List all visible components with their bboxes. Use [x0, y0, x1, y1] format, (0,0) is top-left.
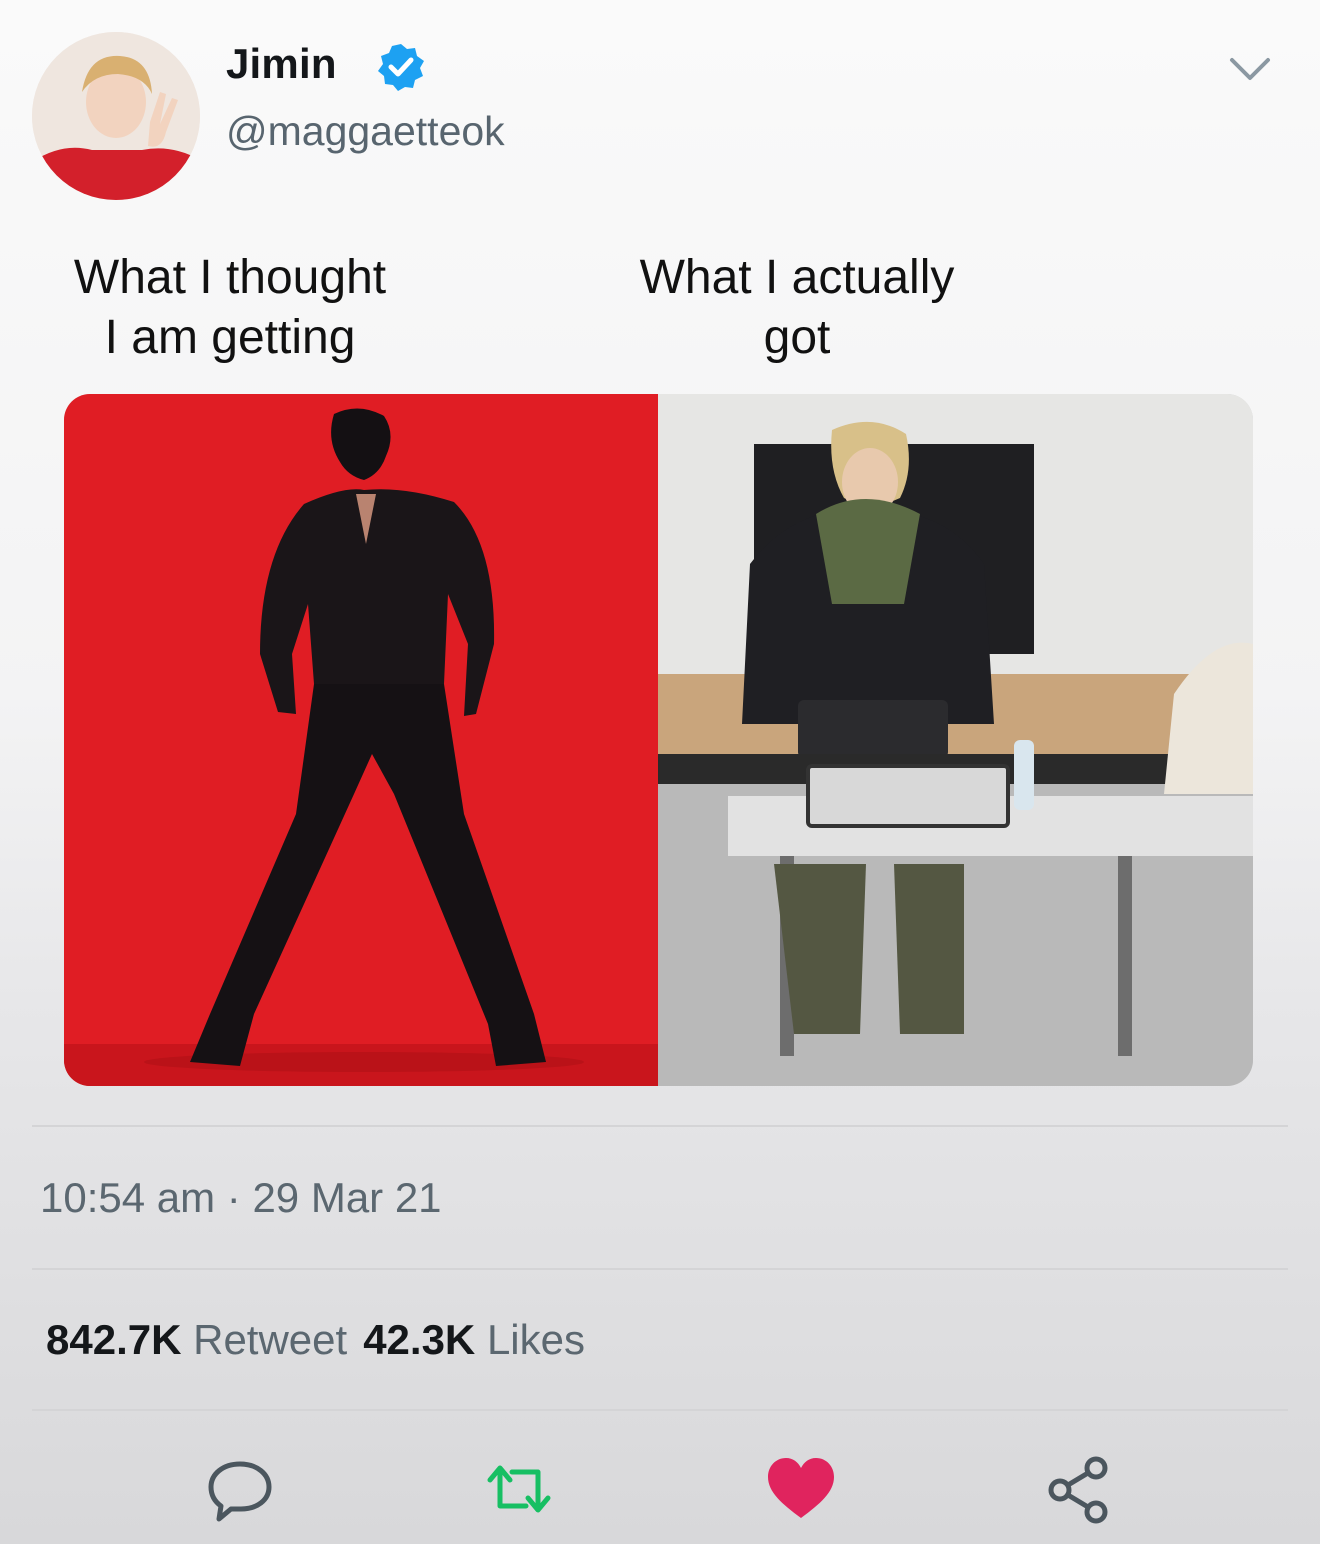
likes-count: 42.3K: [363, 1316, 476, 1363]
left-photo: [64, 394, 658, 1086]
likes-stats[interactable]: 42.3K Likes: [363, 1316, 585, 1363]
reply-button[interactable]: [203, 1452, 277, 1526]
divider: [32, 1409, 1288, 1411]
tweet-media[interactable]: [64, 394, 1253, 1086]
retweets-label: Retweet: [193, 1316, 348, 1363]
display-name[interactable]: Jimin: [226, 40, 337, 88]
speech-bubble-icon: [208, 1461, 272, 1522]
retweet-button[interactable]: [482, 1452, 556, 1526]
divider: [32, 1125, 1288, 1127]
heart-icon: [768, 1458, 834, 1518]
profile-photo-icon: [32, 32, 200, 200]
caption-left: What I thought I am getting: [73, 251, 387, 364]
avatar[interactable]: [32, 32, 200, 200]
right-photo: [658, 394, 1253, 1086]
retweet-arrows-icon: [487, 1465, 551, 1513]
like-button[interactable]: [764, 1452, 838, 1526]
verified-badge-icon: [376, 42, 426, 92]
user-handle[interactable]: @maggaetteok: [226, 108, 505, 155]
chevron-down-icon[interactable]: [1226, 50, 1274, 90]
timestamp[interactable]: 10:54 am · 29 Mar 21: [40, 1174, 442, 1222]
retweets-count: 842.7K: [46, 1316, 182, 1363]
likes-label: Likes: [486, 1316, 585, 1363]
divider: [32, 1268, 1288, 1270]
engagement-stats: 842.7K Retweet 42.3K Likes: [46, 1316, 585, 1364]
share-button[interactable]: [1042, 1452, 1116, 1526]
caption-right: What I actually got: [639, 251, 955, 364]
share-nodes-icon: [1048, 1456, 1108, 1524]
retweet-stats[interactable]: 842.7K Retweet: [46, 1316, 347, 1363]
